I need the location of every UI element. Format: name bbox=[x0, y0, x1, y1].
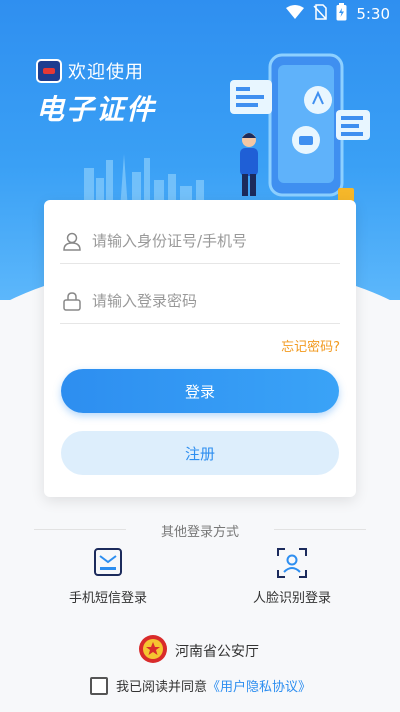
sms-login-option[interactable]: 手机短信登录 bbox=[48, 547, 168, 606]
phone-illustration bbox=[230, 53, 370, 202]
brand-block: 欢迎使用 电子证件 bbox=[36, 58, 156, 128]
register-button[interactable]: 注册 bbox=[61, 431, 339, 475]
police-emblem-icon bbox=[137, 633, 169, 669]
wifi-icon bbox=[286, 5, 305, 23]
sms-login-label: 手机短信登录 bbox=[68, 591, 147, 606]
password-input[interactable] bbox=[92, 291, 322, 310]
user-icon bbox=[60, 229, 84, 253]
lock-icon bbox=[60, 289, 84, 313]
other-login-title: 其他登录方式 bbox=[160, 525, 239, 540]
status-time: 5:30 bbox=[356, 5, 390, 23]
authority-block: 河南省公安厅 bbox=[137, 633, 259, 669]
face-scan-icon bbox=[276, 547, 308, 579]
app-title: 电子证件 bbox=[36, 93, 157, 126]
authority-name: 河南省公安厅 bbox=[175, 644, 259, 660]
login-button[interactable]: 登录 bbox=[61, 369, 339, 413]
sms-icon bbox=[92, 547, 124, 579]
id-input[interactable] bbox=[92, 231, 322, 250]
face-login-option[interactable]: 人脸识别登录 bbox=[232, 547, 352, 606]
id-field bbox=[60, 218, 340, 264]
login-card: 忘记密码? 登录 注册 bbox=[44, 200, 356, 497]
battery-charging-icon bbox=[336, 3, 347, 25]
no-sim-icon bbox=[313, 4, 328, 24]
divider-right bbox=[274, 529, 366, 530]
welcome-text: 欢迎使用 bbox=[68, 62, 144, 83]
agreement-row: 我已阅读并同意 《用户隐私协议》 bbox=[90, 676, 311, 695]
forgot-password-link[interactable]: 忘记密码? bbox=[281, 336, 340, 355]
password-field bbox=[60, 278, 340, 324]
privacy-agreement-link[interactable]: 《用户隐私协议》 bbox=[207, 676, 311, 695]
face-login-label: 人脸识别登录 bbox=[252, 591, 331, 606]
status-bar: 5:30 bbox=[0, 0, 400, 28]
agree-checkbox[interactable] bbox=[90, 676, 108, 695]
app-logo-icon bbox=[36, 59, 62, 83]
agree-text: 我已阅读并同意 bbox=[116, 680, 208, 695]
